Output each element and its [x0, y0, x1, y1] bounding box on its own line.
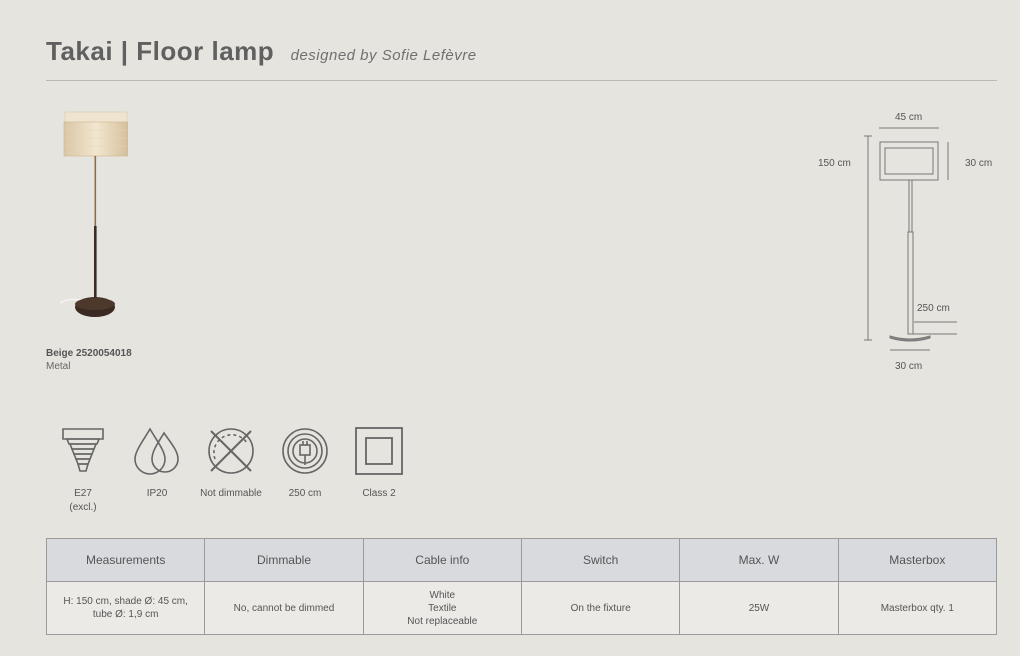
- feature-dimmable-label: Not dimmable: [200, 488, 262, 499]
- feature-e27-label: E27 (excl.): [69, 488, 97, 513]
- dim-base-label: 30 cm: [895, 361, 923, 372]
- value-masterbox: Masterbox qty. 1: [837, 581, 998, 635]
- ip20-water-drops-icon: [134, 427, 179, 475]
- not-dimmable-icon: [208, 428, 254, 474]
- value-measurements: H: 150 cm, shade Ø: 45 cm, tube Ø: 1,9 c…: [45, 581, 206, 635]
- value-switch: On the fixture: [520, 581, 681, 635]
- value-cable-info: White Textile Not replaceable: [362, 581, 522, 635]
- e27-bulb-socket-icon: [62, 428, 104, 472]
- dim-shade-height-label: 30 cm: [965, 158, 993, 169]
- value-max-watt: 25W: [679, 581, 839, 635]
- dim-height-label: 150 cm: [818, 158, 851, 169]
- page-title: Takai | Floor lamp: [46, 36, 275, 66]
- value-dimmable: No, cannot be dimmed: [204, 581, 364, 635]
- material-label: Metal: [46, 361, 71, 372]
- page-header: Takai | Floor lamp designed by Sofie Lef…: [46, 36, 477, 67]
- feature-cable: 250 cm: [265, 425, 345, 501]
- header-masterbox: Masterbox: [837, 538, 998, 582]
- header-switch: Switch: [520, 538, 681, 582]
- dim-cable-label: 250 cm: [917, 303, 950, 314]
- specs-value-row: H: 150 cm, shade Ø: 45 cm, tube Ø: 1,9 c…: [45, 581, 998, 635]
- header-max-watt: Max. W: [679, 538, 839, 582]
- feature-icons-row: E27 (excl.) IP20 Not dimmable 250 cm Cla…: [46, 425, 426, 525]
- header-divider: [46, 80, 997, 81]
- header-dimmable: Dimmable: [204, 538, 364, 582]
- feature-dimmable: Not dimmable: [191, 425, 271, 501]
- dimension-drawing: 45 cm 150 cm 30 cm 250 cm 30 cm: [812, 104, 1012, 384]
- feature-class: Class 2: [339, 425, 419, 501]
- lamp-product-image: [59, 111, 128, 317]
- dim-width-label: 45 cm: [895, 112, 923, 123]
- feature-ip20: IP20: [117, 425, 197, 501]
- specs-table: Measurements Dimmable Cable info Switch …: [45, 538, 998, 635]
- feature-class-label: Class 2: [362, 488, 396, 499]
- feature-ip20-label: IP20: [146, 488, 168, 499]
- header-cable-info: Cable info: [362, 538, 522, 582]
- cable-length-icon: [282, 428, 328, 474]
- class-2-icon: [355, 427, 403, 475]
- specs-header-row: Measurements Dimmable Cable info Switch …: [45, 538, 998, 582]
- header-measurements: Measurements: [45, 538, 206, 582]
- variant-code: Beige 2520054018: [46, 348, 132, 359]
- designer-credit: designed by Sofie Lefèvre: [290, 47, 477, 64]
- lamp-line-drawing: [864, 127, 957, 351]
- product-variant-info: Beige 2520054018 Metal: [46, 347, 132, 373]
- feature-e27: E27 (excl.): [43, 425, 123, 515]
- feature-cable-label: 250 cm: [288, 488, 322, 499]
